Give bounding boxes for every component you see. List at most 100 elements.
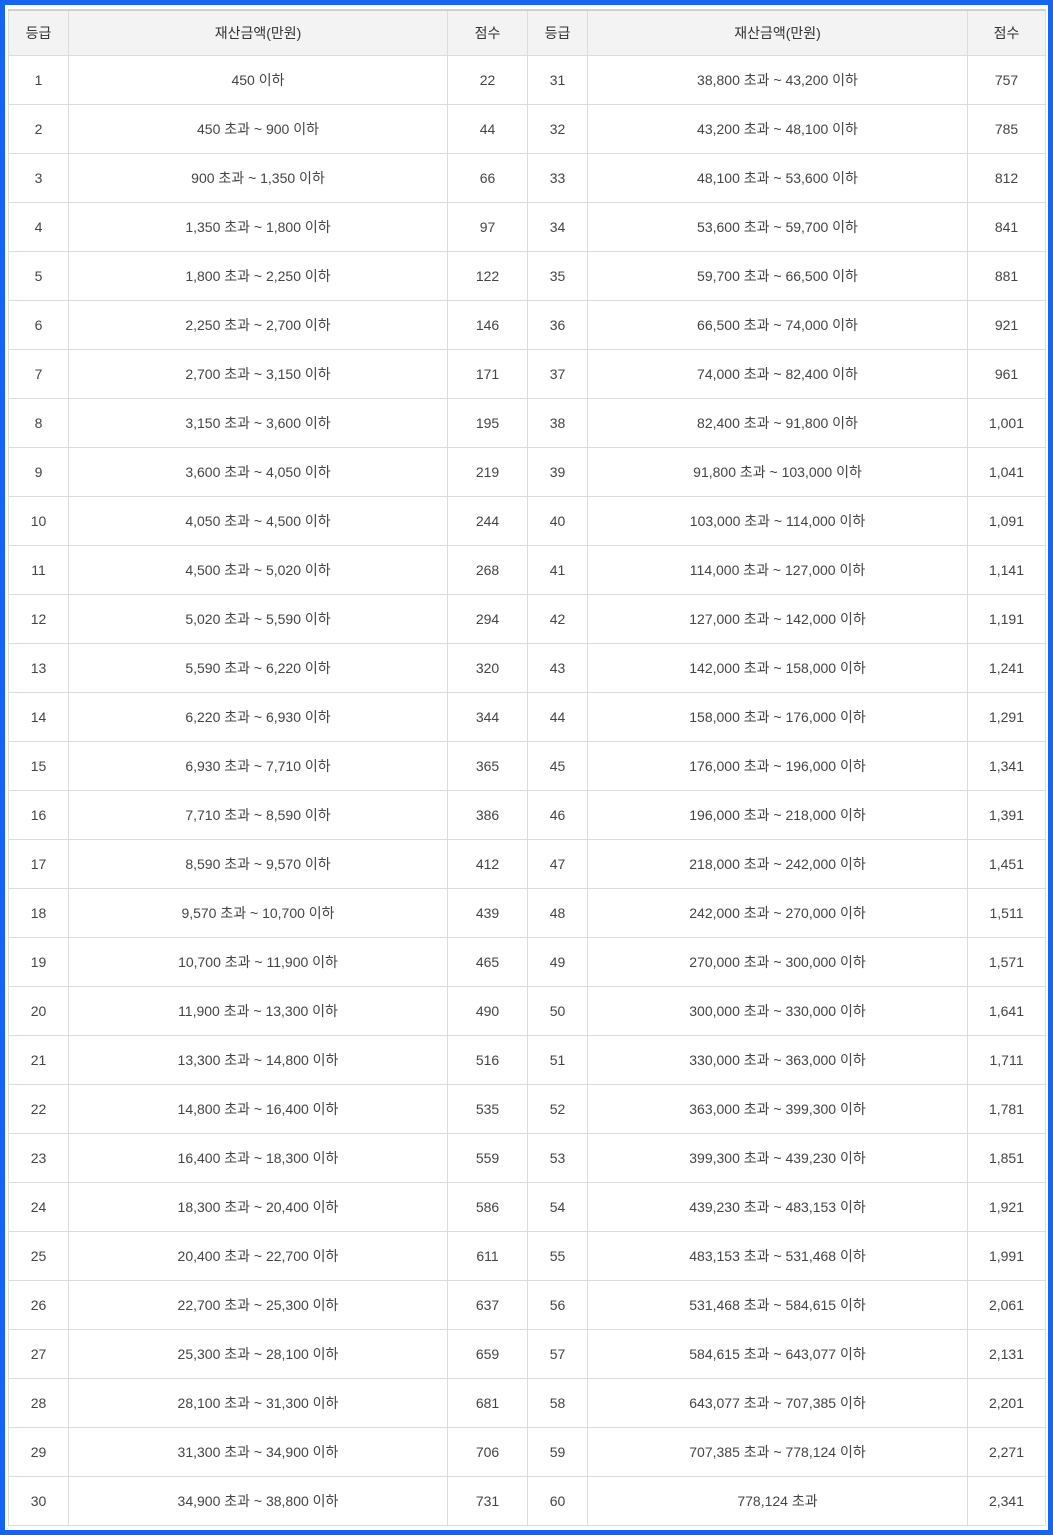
amount-range-cell: 22,700 초과 ~ 25,300 이하 (68, 1280, 448, 1330)
score-cell: 1,781 (967, 1084, 1046, 1134)
table-row: 29 31,300 초과 ~ 34,900 이하 706 59 707,385 초과 ~… (8, 1427, 1046, 1477)
table-row: 20 11,900 초과 ~ 13,300 이하 490 50 300,000 초과 ~… (8, 986, 1046, 1036)
score-cell: 2,271 (967, 1427, 1046, 1477)
amount-range-cell: 6,930 초과 ~ 7,710 이하 (68, 741, 448, 791)
grade-cell: 25 (8, 1231, 69, 1281)
grade-cell: 6 (8, 300, 69, 350)
table-row: 11 4,500 초과 ~ 5,020 이하 268 41 114,000 초과 ~ 1… (8, 545, 1046, 595)
table-row: 14 6,220 초과 ~ 6,930 이하 344 44 158,000 초과 ~ 1… (8, 692, 1046, 742)
amount-range-cell: 158,000 초과 ~ 176,000 이하 (587, 692, 968, 742)
score-cell: 294 (447, 594, 528, 644)
score-cell: 1,451 (967, 839, 1046, 889)
score-cell: 921 (967, 300, 1046, 350)
grade-cell: 44 (527, 692, 588, 742)
table-header-row: 등급 재산금액(만원) 점수 등급 재산금액(만원) 점수 (8, 9, 1046, 56)
table-row: 19 10,700 초과 ~ 11,900 이하 465 49 270,000 초과 ~… (8, 937, 1046, 987)
table-row: 9 3,600 초과 ~ 4,050 이하 219 39 91,800 초과 ~ 103… (8, 447, 1046, 497)
score-cell: 1,921 (967, 1182, 1046, 1232)
amount-range-cell: 900 초과 ~ 1,350 이하 (68, 153, 448, 203)
grade-cell: 17 (8, 839, 69, 889)
amount-range-cell: 20,400 초과 ~ 22,700 이하 (68, 1231, 448, 1281)
amount-range-cell: 176,000 초과 ~ 196,000 이하 (587, 741, 968, 791)
grade-cell: 3 (8, 153, 69, 203)
amount-range-cell: 8,590 초과 ~ 9,570 이하 (68, 839, 448, 889)
score-cell: 2,341 (967, 1476, 1046, 1526)
amount-range-cell: 399,300 초과 ~ 439,230 이하 (587, 1133, 968, 1183)
table-row: 2 450 초과 ~ 900 이하 44 32 43,200 초과 ~ 48,100 이… (8, 104, 1046, 154)
score-cell: 490 (447, 986, 528, 1036)
amount-range-cell: 38,800 초과 ~ 43,200 이하 (587, 55, 968, 105)
amount-range-cell: 3,600 초과 ~ 4,050 이하 (68, 447, 448, 497)
amount-range-cell: 11,900 초과 ~ 13,300 이하 (68, 986, 448, 1036)
amount-range-cell: 300,000 초과 ~ 330,000 이하 (587, 986, 968, 1036)
amount-range-cell: 439,230 초과 ~ 483,153 이하 (587, 1182, 968, 1232)
amount-range-cell: 270,000 초과 ~ 300,000 이하 (587, 937, 968, 987)
table-row: 28 28,100 초과 ~ 31,300 이하 681 58 643,077 초과 ~… (8, 1378, 1046, 1428)
grade-cell: 43 (527, 643, 588, 693)
table-row: 22 14,800 초과 ~ 16,400 이하 535 52 363,000 초과 ~… (8, 1084, 1046, 1134)
grade-cell: 29 (8, 1427, 69, 1477)
grade-cell: 15 (8, 741, 69, 791)
amount-range-cell: 4,500 초과 ~ 5,020 이하 (68, 545, 448, 595)
amount-range-cell: 6,220 초과 ~ 6,930 이하 (68, 692, 448, 742)
amount-range-cell: 531,468 초과 ~ 584,615 이하 (587, 1280, 968, 1330)
grade-cell: 49 (527, 937, 588, 987)
amount-range-cell: 2,700 초과 ~ 3,150 이하 (68, 349, 448, 399)
amount-range-cell: 48,100 초과 ~ 53,600 이하 (587, 153, 968, 203)
score-cell: 365 (447, 741, 528, 791)
amount-range-cell: 82,400 초과 ~ 91,800 이하 (587, 398, 968, 448)
amount-range-cell: 74,000 초과 ~ 82,400 이하 (587, 349, 968, 399)
grade-cell: 26 (8, 1280, 69, 1330)
table-row: 16 7,710 초과 ~ 8,590 이하 386 46 196,000 초과 ~ 2… (8, 790, 1046, 840)
table-row: 4 1,350 초과 ~ 1,800 이하 97 34 53,600 초과 ~ 59,7… (8, 202, 1046, 252)
score-cell: 386 (447, 790, 528, 840)
score-cell: 44 (447, 104, 528, 154)
amount-range-cell: 103,000 초과 ~ 114,000 이하 (587, 496, 968, 546)
amount-range-cell: 2,250 초과 ~ 2,700 이하 (68, 300, 448, 350)
table-row: 5 1,800 초과 ~ 2,250 이하 122 35 59,700 초과 ~ 66,… (8, 251, 1046, 301)
score-cell: 244 (447, 496, 528, 546)
grade-cell: 27 (8, 1329, 69, 1379)
amount-range-cell: 91,800 초과 ~ 103,000 이하 (587, 447, 968, 497)
table-row: 15 6,930 초과 ~ 7,710 이하 365 45 176,000 초과 ~ 1… (8, 741, 1046, 791)
score-cell: 1,571 (967, 937, 1046, 987)
amount-range-cell: 16,400 초과 ~ 18,300 이하 (68, 1133, 448, 1183)
grade-cell: 41 (527, 545, 588, 595)
table-row: 7 2,700 초과 ~ 3,150 이하 171 37 74,000 초과 ~ 82,… (8, 349, 1046, 399)
header-amount-2: 재산금액(만원) (587, 9, 968, 56)
amount-range-cell: 242,000 초과 ~ 270,000 이하 (587, 888, 968, 938)
amount-range-cell: 13,300 초과 ~ 14,800 이하 (68, 1035, 448, 1085)
grade-cell: 42 (527, 594, 588, 644)
score-cell: 731 (447, 1476, 528, 1526)
amount-range-cell: 66,500 초과 ~ 74,000 이하 (587, 300, 968, 350)
table-row: 21 13,300 초과 ~ 14,800 이하 516 51 330,000 초과 ~… (8, 1035, 1046, 1085)
score-cell: 22 (447, 55, 528, 105)
amount-range-cell: 5,590 초과 ~ 6,220 이하 (68, 643, 448, 693)
grade-cell: 7 (8, 349, 69, 399)
score-cell: 785 (967, 104, 1046, 154)
table-row: 3 900 초과 ~ 1,350 이하 66 33 48,100 초과 ~ 53,600… (8, 153, 1046, 203)
grade-cell: 19 (8, 937, 69, 987)
grade-cell: 53 (527, 1133, 588, 1183)
grade-cell: 4 (8, 202, 69, 252)
amount-range-cell: 1,350 초과 ~ 1,800 이하 (68, 202, 448, 252)
grade-cell: 32 (527, 104, 588, 154)
amount-range-cell: 196,000 초과 ~ 218,000 이하 (587, 790, 968, 840)
score-cell: 637 (447, 1280, 528, 1330)
score-cell: 1,711 (967, 1035, 1046, 1085)
score-cell: 1,641 (967, 986, 1046, 1036)
table-row: 18 9,570 초과 ~ 10,700 이하 439 48 242,000 초과 ~ … (8, 888, 1046, 938)
score-cell: 681 (447, 1378, 528, 1428)
grade-cell: 23 (8, 1133, 69, 1183)
grade-cell: 58 (527, 1378, 588, 1428)
grade-cell: 48 (527, 888, 588, 938)
amount-range-cell: 9,570 초과 ~ 10,700 이하 (68, 888, 448, 938)
score-cell: 659 (447, 1329, 528, 1379)
table-row: 23 16,400 초과 ~ 18,300 이하 559 53 399,300 초과 ~… (8, 1133, 1046, 1183)
score-cell: 559 (447, 1133, 528, 1183)
amount-range-cell: 5,020 초과 ~ 5,590 이하 (68, 594, 448, 644)
amount-range-cell: 778,124 초과 (587, 1476, 968, 1526)
table-row: 13 5,590 초과 ~ 6,220 이하 320 43 142,000 초과 ~ 1… (8, 643, 1046, 693)
grade-cell: 14 (8, 692, 69, 742)
grade-cell: 28 (8, 1378, 69, 1428)
